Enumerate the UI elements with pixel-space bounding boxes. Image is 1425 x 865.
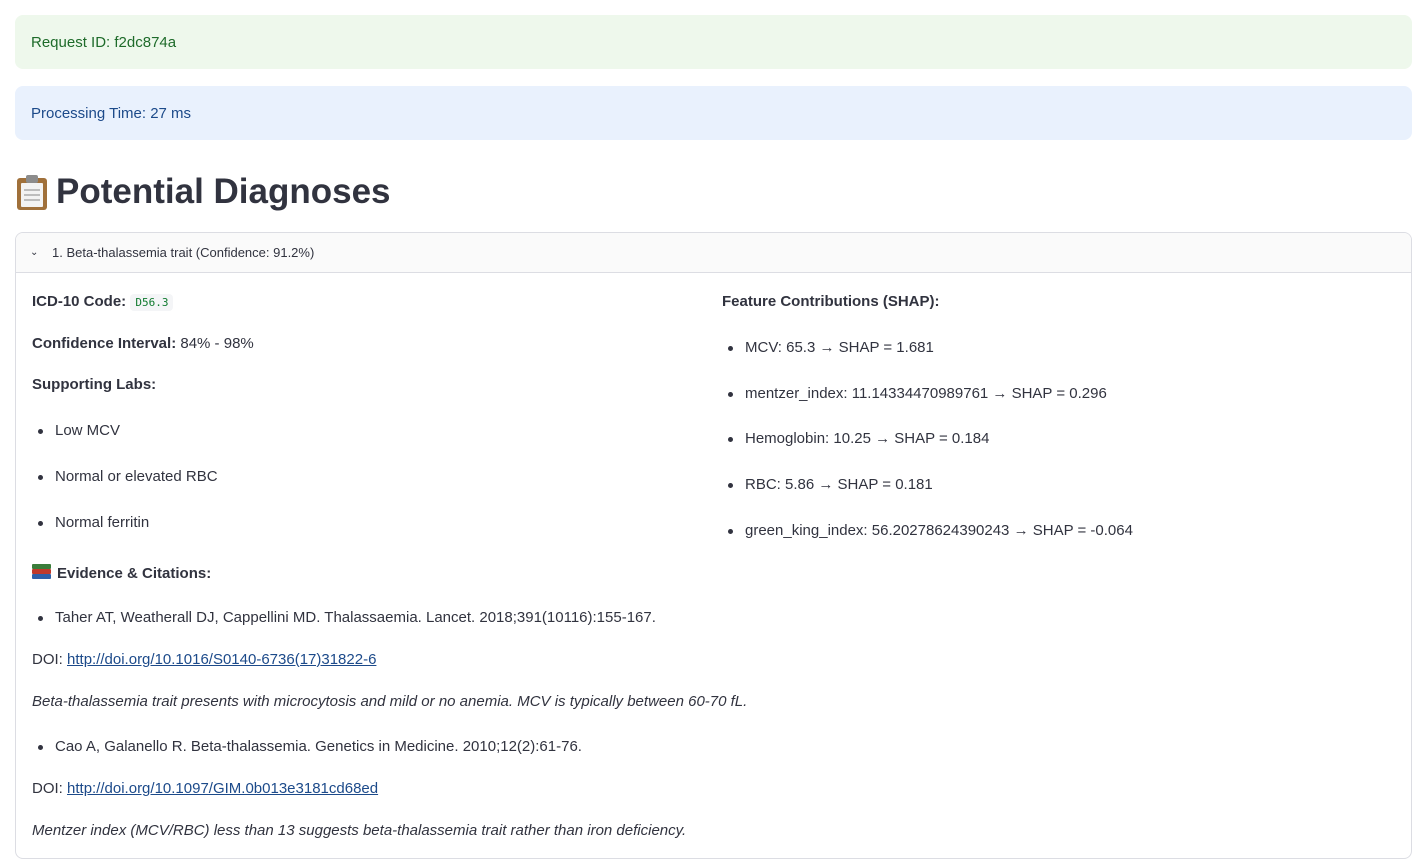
citation-note: Beta-thalassemia trait presents with mic… [32,693,748,710]
supporting-labs-label: Supporting Labs: [32,376,157,393]
request-id-text: Request ID: f2dc874a [31,33,177,51]
citation-doi-row: DOI: http://doi.org/10.1097/GIM.0b013e31… [32,780,378,797]
citation-ref: Taher AT, Weatherall DJ, Cappellini MD. … [38,609,656,626]
citation-ref: Cao A, Galanello R. Beta-thalassemia. Ge… [38,738,582,755]
processing-time-alert: Processing Time: 27 ms [15,86,1412,140]
diagnosis-title: 1. Beta-thalassemia trait (Confidence: 9… [52,245,315,260]
confidence-interval-row: Confidence Interval: 84% - 98% [32,335,254,352]
list-item: Normal or elevated RBC [38,468,218,485]
ci-label: Confidence Interval: [32,335,177,352]
citation-doi-row: DOI: http://doi.org/10.1016/S0140-6736(1… [32,651,376,668]
evidence-label: Evidence & Citations: [57,565,212,582]
page-title: Potential Diagnoses [16,172,391,212]
evidence-heading: Evidence & Citations: [32,564,211,582]
doi-link[interactable]: http://doi.org/10.1097/GIM.0b013e3181cd6… [67,780,378,797]
shap-item: Hemoglobin: 10.25 → SHAP = 0.184 [727,430,990,447]
doi-label: DOI: [32,651,68,668]
citation-note: Mentzer index (MCV/RBC) less than 13 sug… [32,822,687,839]
list-item: Normal ferritin [37,514,150,531]
shap-item: RBC: 5.86 → SHAP = 0.181 [728,476,933,493]
shap-item: green_king_index: 56.20278624390243 → SH… [728,522,1133,539]
shap-item: MCV: 65.3 → SHAP = 1.681 [728,339,934,356]
shap-label: Feature Contributions (SHAP): [722,293,940,310]
books-icon [32,564,51,580]
doi-link[interactable]: http://doi.org/10.1016/S0140-6736(17)318… [67,651,376,668]
processing-time-text: Processing Time: 27 ms [31,104,192,122]
icd-label: ICD-10 Code: [32,293,127,310]
icd-code: D56.3 [130,294,174,311]
diagnosis-expander-header[interactable]: ⌄ 1. Beta-thalassemia trait (Confidence:… [16,233,1411,273]
diagnosis-expander: ⌄ 1. Beta-thalassemia trait (Confidence:… [15,232,1412,859]
icd-row: ICD-10 Code: D56.3 [32,293,174,311]
ci-value: 84% - 98% [176,335,254,352]
clipboard-icon [16,174,48,210]
chevron-down-icon: ⌄ [30,247,39,258]
page-title-text: Potential Diagnoses [56,172,391,211]
shap-item: mentzer_index: 11.14334470989761 → SHAP … [728,385,1107,402]
request-id-alert: Request ID: f2dc874a [15,15,1412,69]
list-item: Low MCV [37,422,121,439]
doi-label: DOI: [32,780,68,797]
